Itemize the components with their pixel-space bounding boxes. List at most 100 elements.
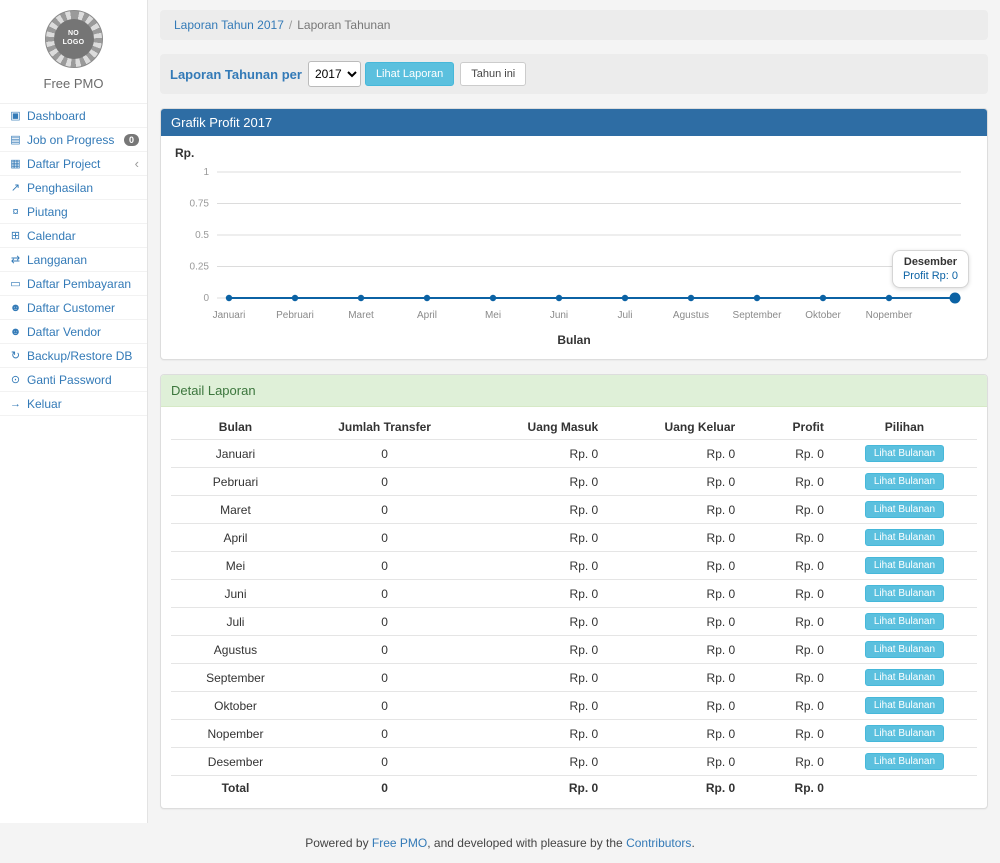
sidebar-item-label: Backup/Restore DB (27, 349, 132, 363)
lihat-bulanan-button[interactable]: Lihat Bulanan (865, 529, 944, 546)
detail-laporan-panel: Detail Laporan BulanJumlah TransferUang … (160, 374, 988, 809)
exchange-icon: ⇄ (8, 253, 23, 266)
no-logo-stamp-icon: NO LOGO (45, 10, 103, 68)
sign-out-icon: → (8, 398, 23, 410)
calendar-icon: ⊞ (8, 229, 23, 242)
total-profit: Rp. 0 (743, 776, 832, 801)
footer-text: Powered by (305, 836, 372, 850)
column-header: Jumlah Transfer (300, 415, 469, 440)
lihat-bulanan-button[interactable]: Lihat Bulanan (865, 669, 944, 686)
table-row: Juli0Rp. 0Rp. 0Rp. 0Lihat Bulanan (171, 608, 977, 636)
breadcrumb-separator: / (289, 18, 292, 32)
profit-chart: Rp. 00.250.50.751JanuariPebruariMaretApr… (161, 136, 987, 359)
lihat-bulanan-button[interactable]: Lihat Bulanan (865, 613, 944, 630)
lihat-bulanan-button[interactable]: Lihat Bulanan (865, 557, 944, 574)
lihat-bulanan-button[interactable]: Lihat Bulanan (865, 725, 944, 742)
lihat-laporan-button[interactable]: Lihat Laporan (365, 62, 454, 86)
svg-text:April: April (417, 310, 437, 321)
breadcrumb: Laporan Tahun 2017 / Laporan Tahunan (160, 10, 988, 40)
sidebar-item-label: Langganan (27, 253, 87, 267)
svg-text:0: 0 (203, 293, 209, 304)
sidebar-menu: ▣ Dashboard ▤ Job on Progress 0 ▦Daftar Proje… (0, 103, 147, 416)
tooltip-value: Profit Rp: 0 (903, 270, 958, 282)
footer-text: , and developed with pleasure by the (427, 836, 626, 850)
svg-text:Mei: Mei (485, 310, 501, 321)
lihat-bulanan-button[interactable]: Lihat Bulanan (865, 641, 944, 658)
chevron-left-icon: ‹ (135, 157, 139, 170)
total-jumlah-transfer: 0 (300, 776, 469, 801)
sidebar-item-label: Calendar (27, 229, 76, 243)
sidebar-item-label: Piutang (27, 205, 68, 219)
sidebar-item-ganti-password[interactable]: ⊙ Ganti Password (0, 368, 147, 392)
count-badge: 0 (124, 134, 139, 146)
sidebar-item-daftar-customer[interactable]: ☻Daftar Customer (0, 296, 147, 320)
total-uang-masuk: Rp. 0 (469, 776, 606, 801)
table-row: Mei0Rp. 0Rp. 0Rp. 0Lihat Bulanan (171, 552, 977, 580)
sidebar-item-daftar-pembayaran[interactable]: ▭Daftar Pembayaran (0, 272, 147, 296)
column-header: Bulan (171, 415, 300, 440)
detail-table-body: Januari0Rp. 0Rp. 0Rp. 0Lihat BulananPebr… (171, 440, 977, 776)
chart-tooltip: Desember Profit Rp: 0 (892, 250, 969, 288)
credit-card-icon: ▭ (8, 277, 23, 290)
total-row: Total 0 Rp. 0 Rp. 0 Rp. 0 (171, 776, 977, 801)
svg-text:Pebruari: Pebruari (276, 310, 314, 321)
svg-text:1: 1 (203, 167, 209, 178)
lihat-bulanan-button[interactable]: Lihat Bulanan (865, 501, 944, 518)
lihat-bulanan-button[interactable]: Lihat Bulanan (865, 445, 944, 462)
table-row: Maret0Rp. 0Rp. 0Rp. 0Lihat Bulanan (171, 496, 977, 524)
lihat-bulanan-button[interactable]: Lihat Bulanan (865, 753, 944, 770)
footer: Powered by Free PMO, and developed with … (0, 823, 1000, 863)
svg-text:Maret: Maret (348, 310, 374, 321)
dashboard-icon: ▣ (8, 109, 23, 122)
line-chart-canvas: 00.250.50.751JanuariPebruariMaretAprilMe… (171, 160, 977, 330)
sidebar-item-job-on-progress[interactable]: ▤ Job on Progress 0 (0, 128, 147, 152)
sidebar-item-backup-restore-db[interactable]: ↻Backup/Restore DB (0, 344, 147, 368)
footer-link-free-pmo[interactable]: Free PMO (372, 836, 427, 850)
svg-text:Januari: Januari (213, 310, 246, 321)
lihat-bulanan-button[interactable]: Lihat Bulanan (865, 473, 944, 490)
sidebar-item-label: Dashboard (27, 109, 86, 123)
sidebar-item-piutang[interactable]: ¤ Piutang (0, 200, 147, 224)
table-row: Agustus0Rp. 0Rp. 0Rp. 0Lihat Bulanan (171, 636, 977, 664)
svg-text:Nopember: Nopember (866, 310, 913, 321)
column-header: Uang Keluar (606, 415, 743, 440)
breadcrumb-current: Laporan Tahunan (297, 18, 390, 32)
total-uang-keluar: Rp. 0 (606, 776, 743, 801)
footer-link-contributors[interactable]: Contributors (626, 836, 691, 850)
sidebar-item-calendar[interactable]: ⊞ Calendar (0, 224, 147, 248)
lihat-bulanan-button[interactable]: Lihat Bulanan (865, 585, 944, 602)
logo: NO LOGO (0, 0, 147, 68)
tooltip-label: Desember (903, 256, 958, 268)
sidebar-item-dashboard[interactable]: ▣ Dashboard (0, 104, 147, 128)
chart-panel-title: Grafik Profit 2017 (161, 109, 987, 136)
svg-text:0.5: 0.5 (195, 230, 209, 241)
tahun-ini-button[interactable]: Tahun ini (460, 62, 526, 86)
svg-text:0.75: 0.75 (190, 199, 210, 210)
detail-panel-title: Detail Laporan (161, 375, 987, 407)
sidebar-item-penghasilan[interactable]: ↗Penghasilan (0, 176, 147, 200)
sidebar-item-label: Penghasilan (27, 181, 93, 195)
profit-chart-panel: Grafik Profit 2017 Rp. 00.250.50.751Janu… (160, 108, 988, 360)
sidebar-item-daftar-project[interactable]: ▦Daftar Project‹ (0, 152, 147, 176)
report-filter-bar: Laporan Tahunan per 2017 Lihat Laporan T… (160, 54, 988, 94)
year-select[interactable]: 2017 (308, 61, 361, 87)
y-axis-title: Rp. (175, 146, 977, 160)
sidebar-item-langganan[interactable]: ⇄ Langganan (0, 248, 147, 272)
table-row: Januari0Rp. 0Rp. 0Rp. 0Lihat Bulanan (171, 440, 977, 468)
sidebar-item-daftar-vendor[interactable]: ☻Daftar Vendor (0, 320, 147, 344)
sidebar: NO LOGO Free PMO ▣ Dashboard ▤ Job on Progr… (0, 0, 148, 823)
column-header: Uang Masuk (469, 415, 606, 440)
breadcrumb-link[interactable]: Laporan Tahun 2017 (174, 18, 284, 32)
svg-text:Agustus: Agustus (673, 310, 709, 321)
sidebar-item-label: Daftar Customer (27, 301, 115, 315)
sidebar-item-label: Job on Progress (27, 133, 114, 147)
tasks-icon: ▤ (8, 133, 23, 146)
lihat-bulanan-button[interactable]: Lihat Bulanan (865, 697, 944, 714)
brand-name: Free PMO (0, 68, 147, 103)
sidebar-item-keluar[interactable]: →Keluar (0, 392, 147, 416)
footer-text: . (691, 836, 694, 850)
money-icon: ¤ (8, 206, 23, 218)
main-content: Laporan Tahun 2017 / Laporan Tahunan Lapor… (148, 0, 1000, 823)
lock-icon: ⊙ (8, 373, 23, 386)
sidebar-item-label: Ganti Password (27, 373, 112, 387)
